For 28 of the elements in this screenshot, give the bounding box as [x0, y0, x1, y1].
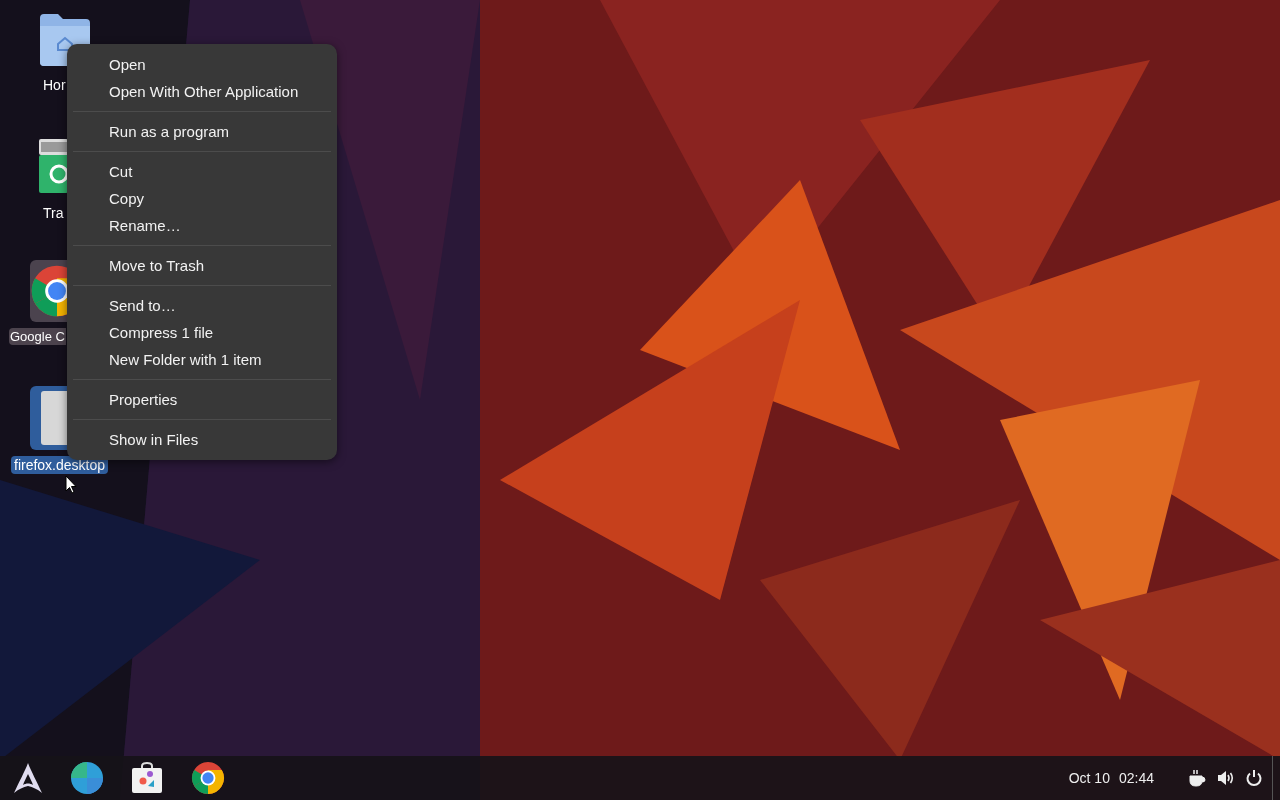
store-bag-icon[interactable] — [131, 762, 163, 794]
file-icon — [40, 390, 67, 446]
menu-item[interactable]: Move to Trash — [67, 252, 337, 279]
menu-item[interactable]: Run as a program — [67, 118, 337, 145]
menu-item[interactable]: Open With Other Application — [67, 78, 337, 105]
menu-item[interactable]: Copy — [67, 185, 337, 212]
icon-label[interactable]: Tra — [41, 204, 66, 222]
menu-item[interactable]: Open — [67, 51, 337, 78]
menu-item[interactable]: Compress 1 file — [67, 319, 337, 346]
icon-label[interactable]: Hor — [41, 76, 68, 94]
power-icon[interactable] — [1246, 769, 1262, 787]
icon-label[interactable]: Google C — [9, 328, 66, 345]
menu-item[interactable]: Cut — [67, 158, 337, 185]
menu-item[interactable]: Rename… — [67, 212, 337, 239]
menu-item[interactable]: Send to… — [67, 292, 337, 319]
coffee-cup-icon[interactable] — [1188, 769, 1206, 787]
date: Oct 10 — [1068, 770, 1110, 786]
icon-label[interactable]: firefox.desktop — [11, 456, 109, 474]
arch-logo-icon[interactable] — [13, 762, 43, 794]
clock[interactable]: Oct 10 02:44 — [1068, 770, 1154, 786]
volume-icon[interactable] — [1217, 769, 1235, 787]
menu-item[interactable]: Properties — [67, 386, 337, 413]
menu-item[interactable]: Show in Files — [67, 426, 337, 453]
time: 02:44 — [1118, 770, 1154, 786]
cursor-icon — [65, 475, 77, 495]
globe-icon[interactable] — [71, 762, 103, 794]
chrome-icon[interactable] — [191, 761, 225, 795]
menu-item[interactable]: New Folder with 1 item — [67, 346, 337, 373]
